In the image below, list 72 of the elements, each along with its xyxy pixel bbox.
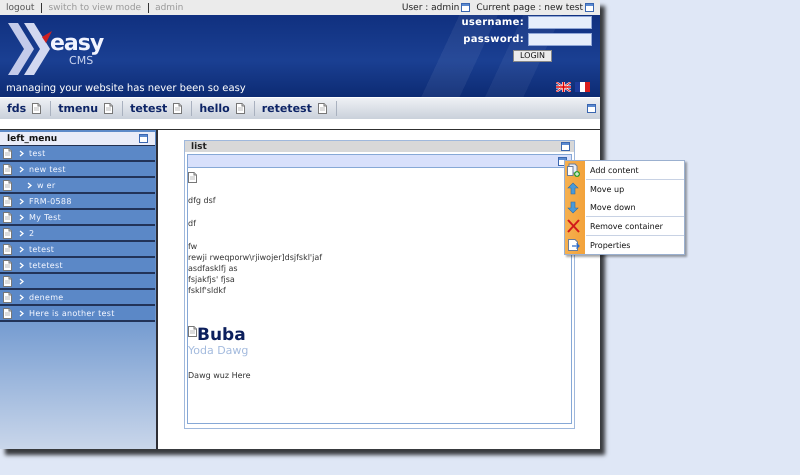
page-icon[interactable]: [236, 103, 245, 114]
window-icon: [561, 142, 570, 151]
menu-item[interactable]: My Test: [29, 212, 62, 222]
username-field[interactable]: [528, 16, 592, 29]
down-arrow-icon: [567, 200, 581, 214]
page-icon: [188, 326, 197, 337]
menu-item[interactable]: 2: [29, 228, 34, 238]
page-icon: [3, 244, 12, 254]
text-line: fsklf'sldkf: [188, 285, 227, 296]
close-icon: [567, 219, 581, 233]
nav-item[interactable]: tmenu: [58, 102, 98, 115]
page-icon[interactable]: [32, 103, 42, 114]
menu-item[interactable]: FRM-0588: [29, 196, 72, 206]
password-field[interactable]: [528, 33, 592, 46]
menu-option[interactable]: Move up: [567, 180, 684, 198]
window-icon: [587, 104, 596, 113]
text-line: fw: [188, 241, 198, 252]
menu-item[interactable]: new test: [29, 164, 66, 174]
page-icon[interactable]: [104, 103, 114, 114]
tagline: managing your website has never been so easy: [6, 83, 246, 94]
logo-subtext: CMS: [69, 54, 94, 66]
menu-item[interactable]: test: [29, 148, 46, 158]
page-icon: [3, 308, 12, 318]
page-icon: [3, 148, 12, 158]
text-line: rewji rweqporw\rjiwojer]dsjfskl'jaf: [188, 252, 324, 263]
text-line: dfg dsf: [188, 195, 217, 206]
menu-title: left_menu: [7, 134, 58, 144]
nav-item[interactable]: tetest: [130, 102, 168, 115]
window-icon: [461, 3, 470, 12]
page-icon: [3, 228, 12, 238]
logo-text: easy: [50, 32, 104, 54]
text-line: asdfasklfj as: [188, 263, 239, 274]
menu-item[interactable]: deneme: [29, 292, 64, 302]
menu-option[interactable]: Move down: [567, 198, 684, 216]
nav-item[interactable]: fds: [7, 102, 26, 115]
panel-title: list: [191, 142, 207, 152]
page-icon: [188, 172, 197, 183]
user-info: User : admin: [402, 2, 460, 12]
flag-icon[interactable]: [575, 82, 590, 92]
add-icon: [567, 163, 581, 177]
menu-item[interactable]: tetetest: [29, 260, 63, 270]
content-subheading: Yoda Dawg: [188, 344, 250, 357]
page-icon[interactable]: [318, 103, 327, 114]
page-icon: [3, 260, 12, 270]
menu-option[interactable]: Add content: [567, 161, 684, 179]
page-icon[interactable]: [173, 103, 182, 114]
nav-item[interactable]: hello: [199, 102, 230, 115]
window-icon: [139, 134, 148, 143]
flag-icon[interactable]: [556, 82, 571, 92]
menu-item[interactable]: tetest: [29, 244, 54, 254]
text-line: df: [188, 218, 198, 229]
current-page-info: Current page : new test: [476, 2, 583, 12]
menu-item[interactable]: w er: [37, 180, 56, 190]
page-icon: [3, 276, 12, 286]
top-link[interactable]: logout: [6, 2, 42, 12]
page-icon: [3, 164, 12, 174]
document-icon: [567, 238, 581, 252]
page-icon: [3, 196, 12, 206]
login-button[interactable]: LOGIN: [512, 50, 552, 62]
password-label: password:: [463, 34, 524, 45]
menu-option[interactable]: Remove container: [567, 217, 684, 235]
window-icon: [585, 3, 594, 12]
content-text: Dawg wuz Here: [188, 371, 252, 380]
content-heading: Buba: [197, 326, 246, 344]
text-line: fsjakfjs' fjsa: [188, 274, 236, 285]
nav-item[interactable]: retetest: [262, 102, 312, 115]
up-arrow-icon: [567, 182, 581, 196]
page-icon: [3, 212, 12, 222]
menu-option[interactable]: Properties: [567, 236, 684, 254]
page-icon: [3, 292, 12, 302]
page-icon: [3, 180, 12, 190]
username-label: username:: [461, 17, 524, 28]
